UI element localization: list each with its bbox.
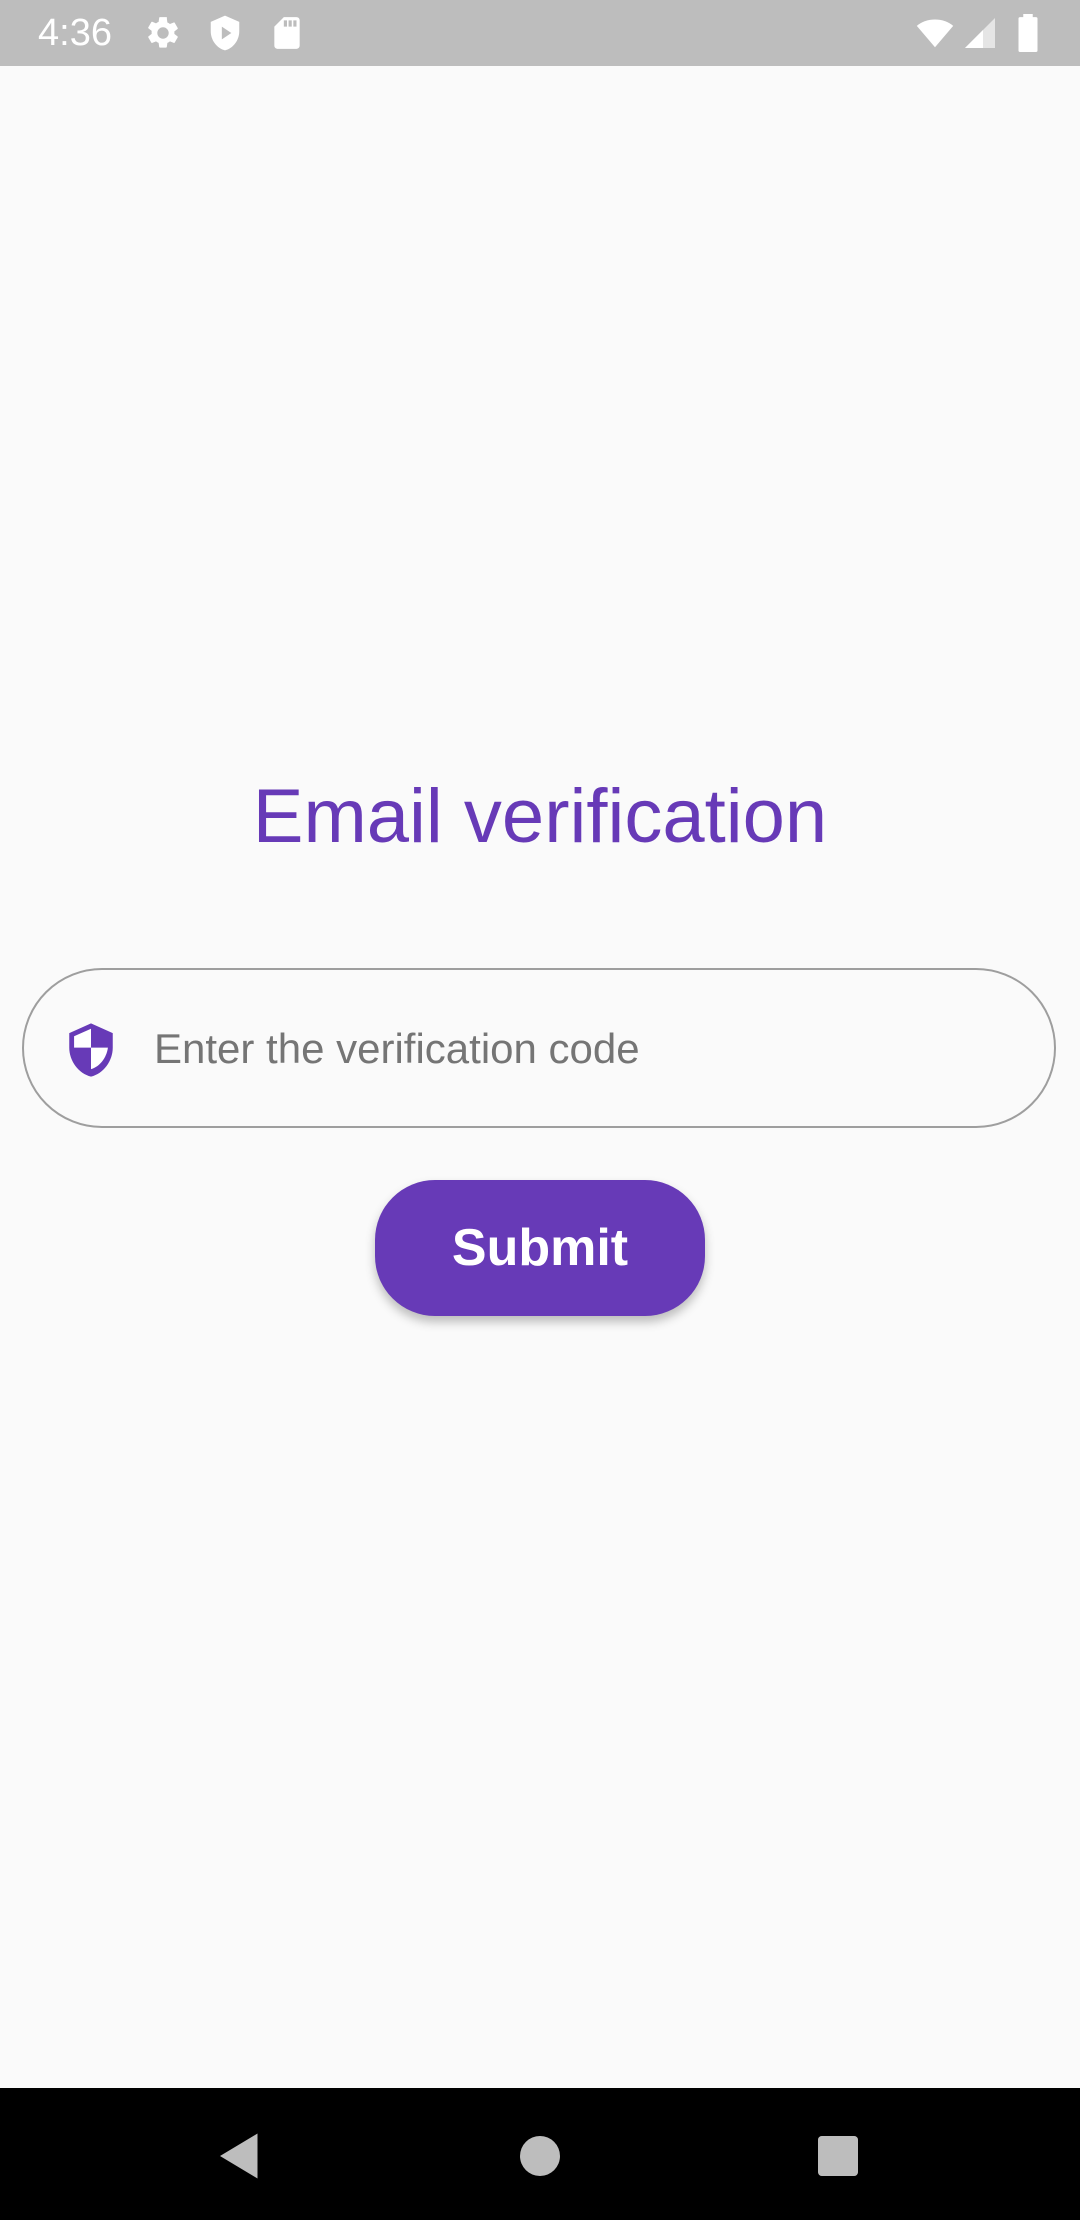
- verification-code-input[interactable]: [154, 1006, 1014, 1092]
- navigation-bar: [0, 2088, 1080, 2220]
- settings-icon: [144, 14, 182, 52]
- screen: 4:36 Email verification Enter the verifi…: [0, 0, 1080, 2220]
- status-time: 4:36: [38, 12, 112, 54]
- page-title: Email verification: [252, 774, 828, 859]
- recents-icon[interactable]: [808, 2126, 868, 2186]
- submit-button[interactable]: Submit: [375, 1180, 705, 1316]
- battery-icon: [1014, 14, 1042, 52]
- sd-card-icon: [268, 14, 306, 52]
- shield-icon: [62, 1020, 120, 1080]
- cell-signal-icon: [962, 14, 998, 52]
- wifi-icon: [914, 14, 956, 52]
- home-icon[interactable]: [510, 2126, 570, 2186]
- verification-code-field[interactable]: [22, 968, 1056, 1128]
- status-bar: 4:36: [0, 0, 1080, 66]
- back-icon[interactable]: [210, 2126, 270, 2186]
- play-protect-icon: [206, 14, 244, 52]
